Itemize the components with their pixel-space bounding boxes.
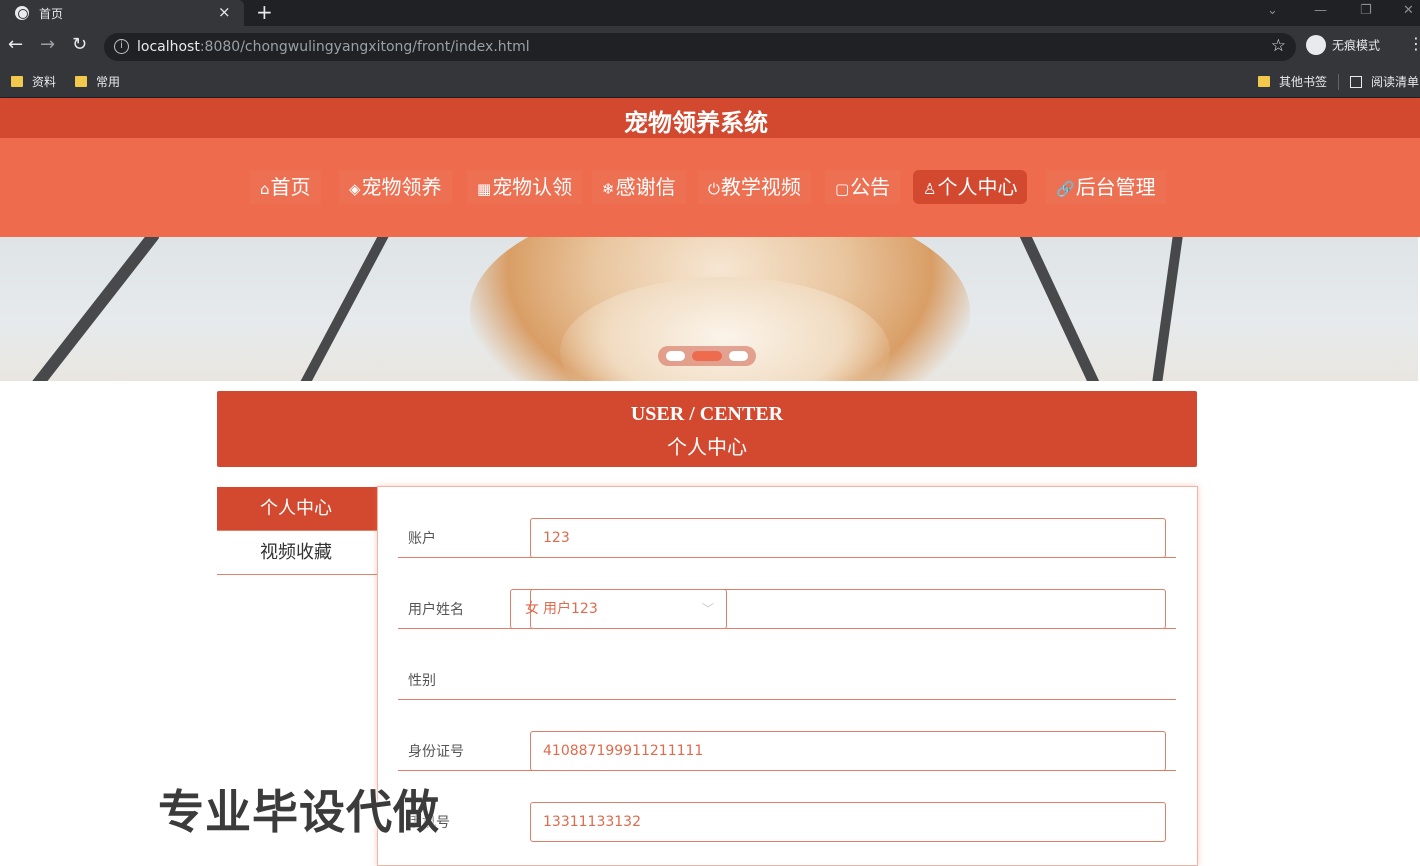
- user-center-title-cn: 个人中心: [667, 435, 747, 459]
- browser-tab[interactable]: 首页 ×: [0, 0, 244, 26]
- bookmark-folder-other[interactable]: 其他书签: [1258, 73, 1327, 90]
- gender-select[interactable]: 女 ﹀: [510, 589, 727, 629]
- banner-stripe: [278, 237, 392, 381]
- window-close-icon[interactable]: ✕: [1403, 3, 1414, 18]
- nav-home[interactable]: ⌂首页: [250, 170, 321, 204]
- watermark-text: 专业毕设代做: [158, 785, 440, 839]
- nav-user-center[interactable]: ♙个人中心: [913, 170, 1028, 204]
- close-tab-icon[interactable]: ×: [218, 3, 231, 21]
- side-item-user-center[interactable]: 个人中心: [217, 487, 377, 531]
- bookmarks-bar: 资料 常用 其他书签 阅读清单: [0, 66, 1420, 98]
- home-icon: ⌂: [260, 180, 270, 198]
- site-title: 宠物领养系统: [624, 109, 768, 137]
- account-label: 账户: [408, 531, 436, 547]
- site-info-icon[interactable]: i: [114, 39, 129, 54]
- gender-label: 性别: [408, 673, 436, 689]
- nav-pet-adoption[interactable]: ◈宠物领养: [339, 170, 452, 204]
- nav-teaching-videos[interactable]: ⏻教学视频: [698, 170, 811, 204]
- new-tab-button[interactable]: +: [256, 0, 273, 24]
- url-text: localhost:8080/chongwulingyangxitong/fro…: [137, 39, 530, 55]
- globe-icon: [15, 6, 29, 20]
- snowflake-icon: ❄: [602, 180, 615, 198]
- user-center-header: USER / CENTER 个人中心: [217, 391, 1197, 467]
- incognito-indicator[interactable]: 无痕模式: [1306, 35, 1380, 56]
- folder-icon: [1258, 76, 1270, 87]
- user-info-form: 账户 123 用户姓名 用户123 性别 女 ﹀ 身份证号 4108871999…: [377, 486, 1198, 866]
- browser-menu-icon[interactable]: ⋮: [1408, 34, 1420, 53]
- id-number-input[interactable]: 410887199911211111: [530, 731, 1166, 771]
- user-center-title-en: USER / CENTER: [630, 403, 784, 425]
- account-input[interactable]: 123: [530, 518, 1166, 558]
- form-row-id-number: 身份证号 410887199911211111: [398, 700, 1176, 771]
- banner-stripe: [10, 237, 162, 381]
- form-row-phone: 手机号 13311133132: [398, 771, 1176, 842]
- nav-admin[interactable]: 🔗后台管理: [1046, 170, 1166, 204]
- document-icon: ▢: [835, 180, 850, 198]
- carousel-dot[interactable]: [729, 351, 748, 361]
- browser-toolbar: ← → ↻ i localhost:8080/chongwulingyangxi…: [0, 26, 1420, 66]
- back-arrow-icon[interactable]: ←: [8, 35, 23, 55]
- id-number-label: 身份证号: [408, 744, 464, 760]
- banner-stripe: [1011, 237, 1120, 381]
- side-item-video-favorites[interactable]: 视频收藏: [217, 531, 377, 575]
- gender-select-value: 女: [525, 601, 539, 617]
- power-icon: ⏻: [708, 180, 720, 198]
- address-bar[interactable]: i localhost:8080/chongwulingyangxitong/f…: [104, 33, 1296, 61]
- nav-thank-you-letters[interactable]: ❄感谢信: [592, 170, 686, 204]
- user-icon: ♙: [923, 180, 937, 198]
- bookmark-folder-ziliao[interactable]: 资料: [11, 73, 56, 90]
- bookmark-divider: [1338, 74, 1339, 90]
- tab-title: 首页: [39, 7, 64, 21]
- nav-pet-claim[interactable]: ▦宠物认领: [467, 170, 583, 204]
- reading-list-icon: [1350, 76, 1362, 88]
- bookmark-star-icon[interactable]: ☆: [1271, 36, 1286, 56]
- carousel-indicators: [658, 346, 756, 366]
- user-side-menu: 个人中心 视频收藏: [217, 487, 377, 575]
- folder-icon: [11, 76, 23, 87]
- carousel-dot[interactable]: [666, 351, 685, 361]
- carousel-dot-active[interactable]: [692, 351, 722, 361]
- folder-icon: [75, 76, 87, 87]
- tab-strip: 首页 × + ⌄ — ❐ ✕: [0, 0, 1420, 26]
- banner-stripe: [1144, 237, 1186, 381]
- reading-list-button[interactable]: 阅读清单: [1350, 73, 1419, 90]
- tab-search-icon[interactable]: ⌄: [1267, 3, 1278, 18]
- form-row-gender: 性别: [398, 629, 1176, 700]
- nav-announcements[interactable]: ▢公告: [825, 170, 901, 204]
- form-row-account: 账户 123: [398, 487, 1176, 558]
- grid-icon: ▦: [477, 180, 492, 198]
- minimize-icon[interactable]: —: [1314, 3, 1327, 18]
- phone-input[interactable]: 13311133132: [530, 802, 1166, 842]
- chevron-down-icon: ﹀: [701, 602, 714, 616]
- bookmark-folder-changyong[interactable]: 常用: [75, 73, 120, 90]
- main-nav: ⌂首页 ◈宠物领养 ▦宠物认领 ❄感谢信 ⏻教学视频 ▢公告 ♙个人中心 🔗后台…: [0, 138, 1420, 237]
- site-title-bar: 宠物领养系统: [0, 98, 1420, 138]
- incognito-icon: [1306, 35, 1326, 55]
- restore-icon[interactable]: ❐: [1360, 3, 1372, 18]
- link-icon: 🔗: [1056, 180, 1075, 198]
- username-label: 用户姓名: [408, 602, 464, 618]
- forward-arrow-icon[interactable]: →: [40, 35, 55, 55]
- reload-icon[interactable]: ↻: [72, 35, 87, 55]
- layers-icon: ◈: [349, 180, 361, 198]
